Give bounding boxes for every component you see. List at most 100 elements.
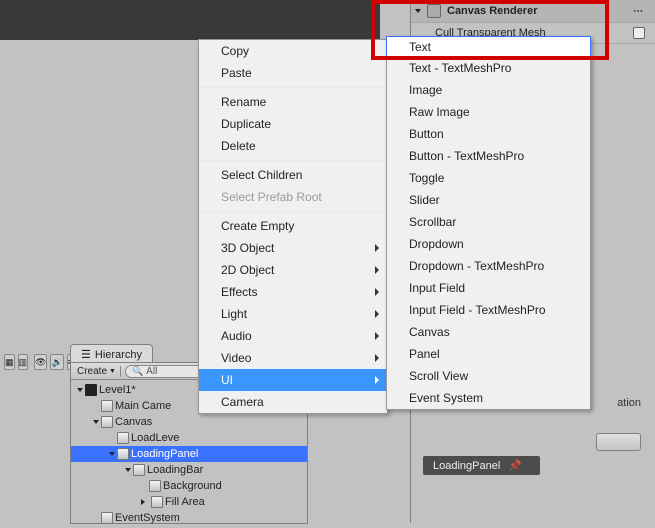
menu-item[interactable]: Text - TextMeshPro: [387, 57, 590, 79]
menu-item[interactable]: Scrollbar: [387, 211, 590, 233]
menu-item-label: UI: [221, 373, 233, 387]
menu-separator: [200, 87, 386, 88]
menu-item[interactable]: Effects: [199, 281, 387, 303]
menu-item[interactable]: Input Field - TextMeshPro: [387, 299, 590, 321]
menu-item[interactable]: Paste: [199, 62, 387, 84]
menu-item[interactable]: Create Empty: [199, 215, 387, 237]
menu-item[interactable]: Slider: [387, 189, 590, 211]
menu-item[interactable]: Scroll View: [387, 365, 590, 387]
node-label: Background: [163, 480, 222, 492]
hierarchy-tab[interactable]: ☰ Hierarchy: [70, 344, 153, 364]
menu-item[interactable]: Raw Image: [387, 101, 590, 123]
menu-item-label: Select Prefab Root: [221, 190, 322, 204]
menu-item[interactable]: Select Children: [199, 164, 387, 186]
menu-item[interactable]: 2D Object: [199, 259, 387, 281]
menu-item[interactable]: Canvas: [387, 321, 590, 343]
selection-label-text: LoadingPanel: [433, 460, 500, 472]
prefab-icon: [101, 400, 113, 412]
inspector-component-header[interactable]: Canvas Renderer ⋯: [411, 0, 655, 23]
node-label: Canvas: [115, 416, 152, 428]
tool-button[interactable]: ▥: [18, 354, 29, 370]
component-menu-icon[interactable]: ⋯: [633, 6, 645, 17]
menu-item-label: Input Field: [409, 281, 465, 295]
submenu-arrow-icon: [375, 354, 379, 362]
menu-item-label: 3D Object: [221, 241, 274, 255]
submenu-arrow-icon: [375, 288, 379, 296]
node-label: LoadLeve: [131, 432, 179, 444]
pin-icon: 📌: [508, 459, 522, 472]
menu-item[interactable]: Copy: [199, 40, 387, 62]
menu-item: Select Prefab Root: [199, 186, 387, 208]
menu-item-label: Scroll View: [409, 369, 468, 383]
prefab-icon: [133, 464, 145, 476]
hierarchy-node[interactable]: LoadLeve: [71, 430, 307, 446]
menu-item[interactable]: Video: [199, 347, 387, 369]
hierarchy-node[interactable]: Background: [71, 478, 307, 494]
menu-item[interactable]: UI: [199, 369, 387, 391]
component-icon: [427, 4, 441, 18]
menu-item[interactable]: Audio: [199, 325, 387, 347]
preview-area: [0, 0, 380, 40]
menu-item[interactable]: Light: [199, 303, 387, 325]
menu-item-label: 2D Object: [221, 263, 274, 277]
node-label: EventSystem: [115, 512, 180, 524]
menu-item-label: Select Children: [221, 168, 302, 182]
component-title: Canvas Renderer: [447, 5, 538, 17]
menu-item-label: Create Empty: [221, 219, 294, 233]
node-label: LoadingBar: [147, 464, 203, 476]
node-label: Fill Area: [165, 496, 205, 508]
prefab-icon: [101, 512, 113, 524]
menu-item[interactable]: Dropdown - TextMeshPro: [387, 255, 590, 277]
tool-button[interactable]: 👁: [34, 354, 47, 370]
context-submenu-ui[interactable]: TextText - TextMeshPro Image Raw Image Butt…: [386, 36, 591, 410]
truncated-text: ation: [617, 397, 641, 409]
inspector-button[interactable]: [596, 433, 641, 451]
menu-item[interactable]: Image: [387, 79, 590, 101]
menu-item-label: Image: [409, 83, 442, 97]
submenu-arrow-icon: [375, 332, 379, 340]
menu-item-label: Toggle: [409, 171, 444, 185]
menu-item[interactable]: Button - TextMeshPro: [387, 145, 590, 167]
menu-item-label: Paste: [221, 66, 252, 80]
selection-label[interactable]: LoadingPanel 📌: [423, 456, 540, 475]
menu-item-label: Delete: [221, 139, 256, 153]
submenu-arrow-icon: [375, 376, 379, 384]
create-label: Create: [77, 366, 107, 377]
tab-menu-icon: ☰: [81, 348, 91, 361]
cull-checkbox[interactable]: [633, 27, 645, 39]
menu-item-label: Video: [221, 351, 251, 365]
chevron-right-icon: [141, 499, 145, 505]
menu-item[interactable]: Rename: [199, 91, 387, 113]
menu-item[interactable]: Event System: [387, 387, 590, 409]
node-label: Level1*: [99, 384, 136, 396]
menu-item-label: Raw Image: [409, 105, 470, 119]
submenu-arrow-icon: [375, 266, 379, 274]
menu-item[interactable]: Toggle: [387, 167, 590, 189]
menu-item-label: Dropdown - TextMeshPro: [409, 259, 544, 273]
prefab-icon: [117, 448, 129, 460]
menu-item[interactable]: Camera: [199, 391, 387, 413]
menu-item[interactable]: Input Field: [387, 277, 590, 299]
menu-item-label: Input Field - TextMeshPro: [409, 303, 546, 317]
hierarchy-node[interactable]: EventSystem: [71, 510, 307, 526]
hierarchy-node[interactable]: LoadingBar: [71, 462, 307, 478]
menu-item[interactable]: Button: [387, 123, 590, 145]
menu-item[interactable]: Duplicate: [199, 113, 387, 135]
hierarchy-node[interactable]: LoadingPanel: [71, 446, 307, 462]
menu-separator: [200, 211, 386, 212]
menu-item[interactable]: Dropdown: [387, 233, 590, 255]
create-dropdown[interactable]: Create ▼: [75, 366, 121, 377]
hierarchy-node[interactable]: Canvas: [71, 414, 307, 430]
menu-item[interactable]: 3D Object: [199, 237, 387, 259]
menu-item[interactable]: Text: [386, 36, 591, 58]
tool-button[interactable]: 🔊: [50, 354, 63, 370]
menu-item[interactable]: Panel: [387, 343, 590, 365]
menu-item[interactable]: Delete: [199, 135, 387, 157]
menu-item-label: Button: [409, 127, 444, 141]
menu-item-label: Panel: [409, 347, 440, 361]
hierarchy-node[interactable]: Fill Area: [71, 494, 307, 510]
chevron-down-icon: [109, 452, 115, 456]
submenu-arrow-icon: [375, 244, 379, 252]
context-menu[interactable]: Copy Paste RenameDuplicate Delete Select Chi…: [198, 39, 388, 414]
tool-button[interactable]: ▦: [4, 354, 15, 370]
